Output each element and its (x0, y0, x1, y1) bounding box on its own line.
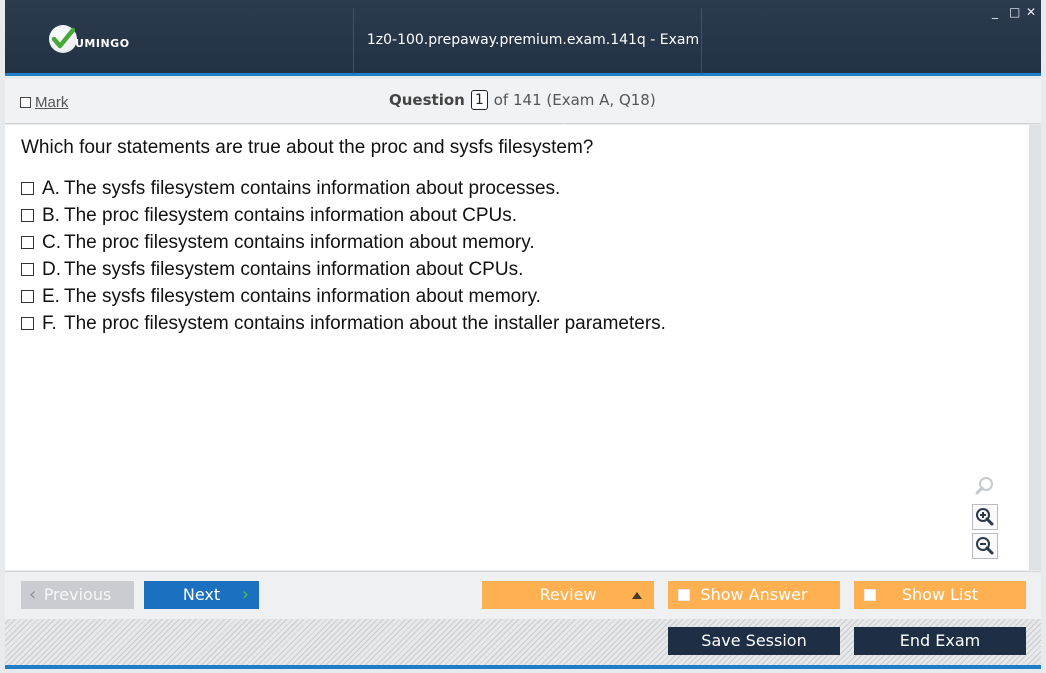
question-label: Question (389, 91, 465, 109)
content-scrollbar[interactable] (1029, 125, 1041, 570)
option-text: The sysfs filesystem contains informatio… (64, 285, 541, 307)
option-letter: E. (42, 285, 60, 307)
caret-up-icon (632, 592, 642, 599)
option-text: The proc filesystem contains information… (64, 204, 518, 226)
next-label: Next (182, 585, 221, 604)
title-bar: UMINGO 1z0-100.prepaway.premium.exam.141… (5, 0, 1041, 128)
question-content: Which four statements are true about the… (5, 125, 1029, 570)
question-counter: Question 1 of 141 (Exam A, Q18) (389, 90, 656, 110)
answer-option-a[interactable]: A. The sysfs filesystem contains informat… (21, 175, 666, 202)
previous-label: Previous (43, 585, 112, 604)
option-letter: D. (42, 258, 61, 280)
previous-button[interactable]: ‹ Previous (21, 581, 134, 609)
ete-player-window: UMINGO 1z0-100.prepaway.premium.exam.141… (0, 0, 1046, 673)
chevron-left-icon: ‹ (29, 584, 37, 605)
option-checkbox[interactable] (21, 290, 34, 303)
mark-label: Mark (35, 94, 69, 111)
option-checkbox[interactable] (21, 182, 34, 195)
save-session-button[interactable]: Save Session (668, 627, 840, 655)
question-header-bar: Mark Question 1 of 141 (Exam A, Q18) (5, 79, 1041, 124)
app-logo: UMINGO (49, 25, 169, 53)
title-divider (701, 8, 702, 74)
option-checkbox[interactable] (21, 236, 34, 249)
close-button[interactable]: ✕ (1026, 6, 1036, 18)
maximize-button[interactable]: □ (1009, 6, 1020, 18)
mark-checkbox[interactable]: Mark (20, 94, 68, 111)
chevron-right-icon: › (241, 584, 249, 605)
window-title: 1z0-100.prepaway.premium.exam.141q - Exa… (366, 32, 700, 128)
option-letter: C. (42, 231, 61, 253)
answer-option-c[interactable]: C. The proc filesystem contains informati… (21, 229, 666, 256)
answer-option-e[interactable]: E. The sysfs filesystem contains informat… (21, 283, 666, 310)
zoom-in-icon[interactable] (972, 504, 998, 530)
answer-options: A. The sysfs filesystem contains informat… (21, 175, 666, 337)
answer-option-f[interactable]: F. The proc filesystem contains informati… (21, 310, 666, 337)
option-text: The proc filesystem contains information… (64, 312, 666, 334)
option-letter: B. (42, 204, 60, 226)
logo-text: UMINGO (75, 37, 130, 50)
title-divider (353, 8, 354, 74)
question-number-input[interactable]: 1 (470, 90, 488, 110)
minimize-button[interactable]: _ (992, 6, 998, 18)
checkmark-logo-icon (49, 25, 77, 53)
mark-checkbox-box[interactable] (20, 97, 31, 108)
answer-option-d[interactable]: D. The sysfs filesystem contains informat… (21, 256, 666, 283)
bottom-accent-line (5, 665, 1041, 669)
show-answer-label: Show Answer (700, 585, 808, 604)
show-list-button[interactable]: Show List (854, 581, 1026, 609)
review-label: Review (539, 585, 597, 604)
zoom-out-icon[interactable] (972, 533, 998, 559)
option-checkbox[interactable] (21, 317, 34, 330)
review-button[interactable]: Review (482, 581, 654, 609)
show-answer-checkbox[interactable] (678, 589, 690, 601)
option-letter: A. (42, 177, 60, 199)
answer-option-b[interactable]: B. The proc filesystem contains informati… (21, 202, 666, 229)
next-button[interactable]: Next › (144, 581, 259, 609)
option-text: The sysfs filesystem contains informatio… (64, 258, 524, 280)
option-text: The sysfs filesystem contains informatio… (64, 177, 561, 199)
question-text: Which four statements are true about the… (21, 137, 594, 158)
question-total: of 141 (Exam A, Q18) (493, 91, 656, 109)
option-text: The proc filesystem contains information… (64, 231, 535, 253)
end-exam-button[interactable]: End Exam (854, 627, 1026, 655)
footer-bar: Save Session End Exam (5, 619, 1041, 665)
show-answer-button[interactable]: Show Answer (668, 581, 840, 609)
option-letter: F. (42, 312, 57, 334)
zoom-reset-icon[interactable] (972, 473, 998, 499)
navigation-bar: ‹ Previous Next › Review Show Answer Sho… (5, 571, 1041, 619)
option-checkbox[interactable] (21, 263, 34, 276)
show-list-label: Show List (901, 585, 979, 604)
option-checkbox[interactable] (21, 209, 34, 222)
show-list-checkbox[interactable] (864, 589, 876, 601)
